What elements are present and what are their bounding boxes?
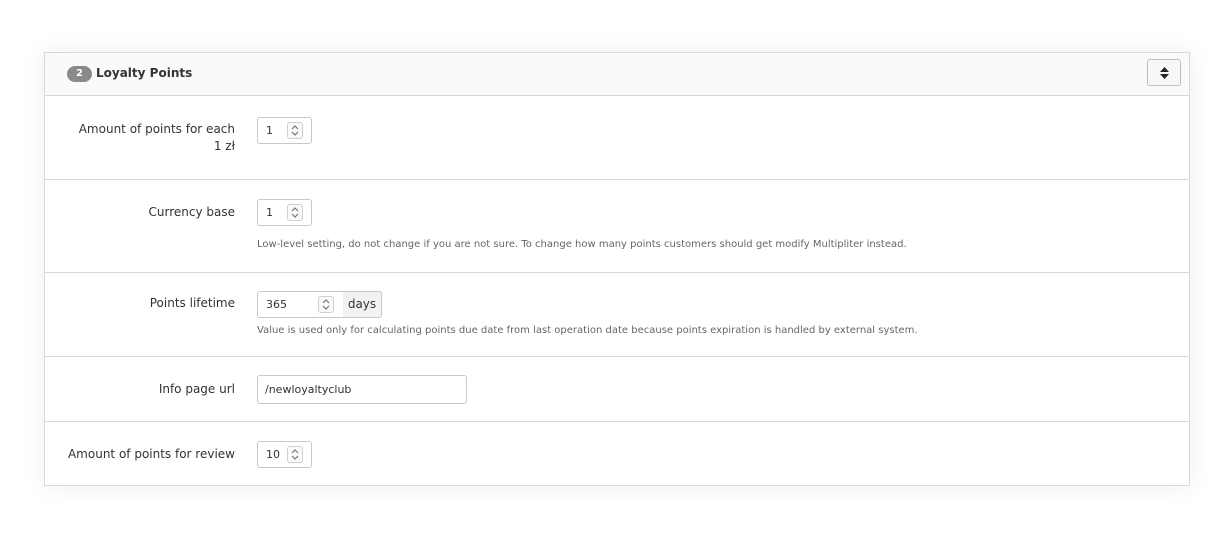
panel-header[interactable]: 2 Loyalty Points [45,53,1189,96]
loyalty-points-panel: 2 Loyalty Points Amount of points for ea… [44,52,1190,486]
points-lifetime-label: Points lifetime [149,296,235,310]
info-page-url-input[interactable] [257,375,467,404]
points-lifetime-unit: days [343,291,382,318]
points-for-review-input[interactable]: 10 [257,441,312,468]
points-for-review-value: 10 [266,448,280,461]
points-per-currency-input[interactable]: 1 [257,117,312,144]
points-per-currency-value: 1 [266,124,273,137]
points-lifetime-input[interactable]: 365 [257,291,344,318]
spinner-arrows-icon[interactable] [287,446,303,463]
collapse-toggle-button[interactable] [1147,59,1181,86]
currency-base-label: Currency base [148,205,235,219]
panel-title: Loyalty Points [96,66,193,80]
row-currency-base: Currency base 1 Low-level setting, do no… [45,180,1189,273]
row-info-page-url: Info page url [45,357,1189,422]
step-badge: 2 [67,66,92,82]
sort-icon [1160,67,1169,79]
points-lifetime-value: 365 [266,298,287,311]
currency-base-input[interactable]: 1 [257,199,312,226]
row-points-lifetime: Points lifetime 365 days Value is used o… [45,273,1189,357]
currency-base-value: 1 [266,206,273,219]
row-points-per-currency: Amount of points for each 1 zł 1 [45,96,1189,180]
points-per-currency-label: Amount of points for each 1 zł [78,122,235,153]
row-points-for-review: Amount of points for review 10 [45,422,1189,487]
spinner-arrows-icon[interactable] [318,296,334,313]
info-page-url-label: Info page url [158,382,235,396]
spinner-arrows-icon[interactable] [287,122,303,139]
points-for-review-label: Amount of points for review [67,447,235,461]
spinner-arrows-icon[interactable] [287,204,303,221]
points-lifetime-help: Value is used only for calculating point… [257,325,918,336]
currency-base-help: Low-level setting, do not change if you … [257,239,907,250]
